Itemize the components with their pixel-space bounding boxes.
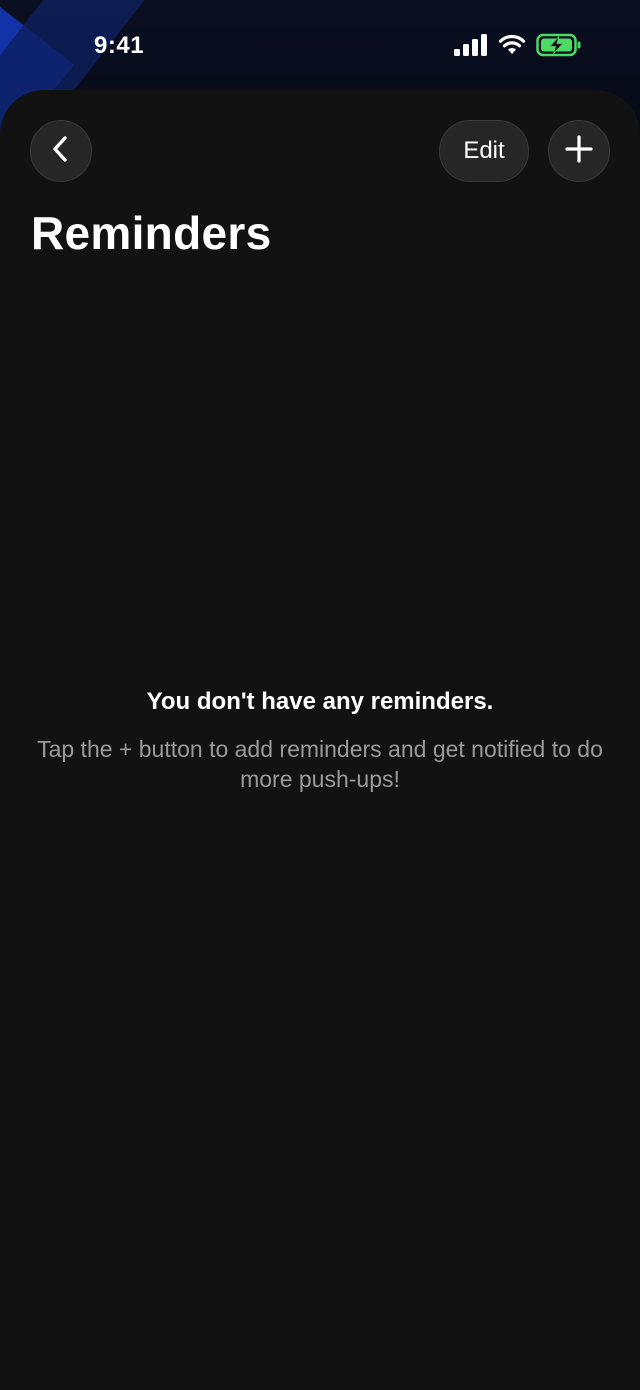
reminders-screen: 9:41 Edit Reminders You don't have any r…	[0, 0, 640, 1390]
empty-state-message: Tap the + button to add reminders and ge…	[37, 736, 603, 792]
add-reminder-button[interactable]	[548, 120, 610, 182]
plus-icon	[565, 134, 593, 168]
edit-button[interactable]: Edit	[439, 120, 529, 182]
battery-charging-icon	[536, 33, 582, 62]
page-title: Reminders	[31, 207, 272, 259]
status-icons	[454, 33, 582, 62]
wifi-icon	[498, 34, 526, 61]
status-time: 9:41	[94, 32, 145, 59]
empty-state-title: You don't have any reminders.	[146, 688, 494, 715]
status-bar: 9:41	[0, 0, 640, 92]
chevron-left-icon	[50, 135, 72, 168]
back-button[interactable]	[30, 120, 92, 182]
cellular-signal-icon	[454, 33, 488, 61]
reminders-sheet: Edit Reminders You don't have any remind…	[0, 90, 640, 1390]
empty-state: You don't have any reminders. Tap the + …	[0, 688, 640, 794]
